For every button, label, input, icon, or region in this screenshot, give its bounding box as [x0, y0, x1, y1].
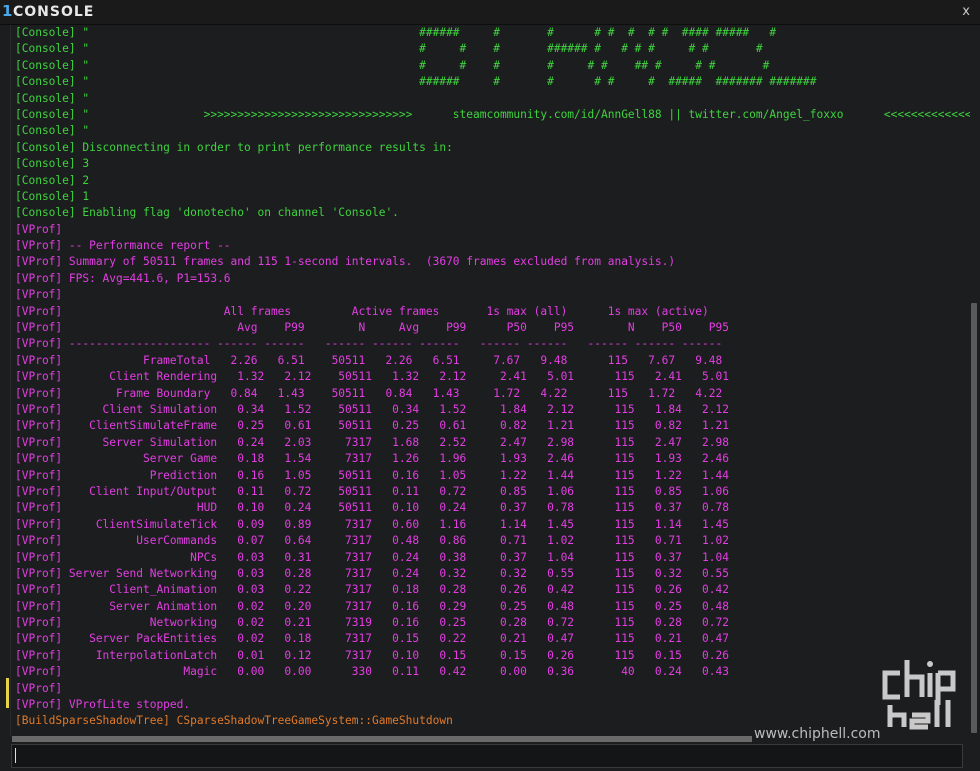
console-line: [VProf] --------------------- ------ ---…	[15, 337, 723, 351]
console-line: [VProf] FrameTotal 2.26 6.51 50511 2.26 …	[15, 353, 723, 367]
console-line: [Console] Enabling flag 'donotecho' on c…	[15, 206, 399, 220]
watermark-text: www.chiphell.com	[754, 726, 881, 742]
console-line: [VProf] FPS: Avg=441.6, P1=153.6	[15, 271, 231, 285]
console-line: [VProf] Client Rendering 1.32 2.12 50511…	[15, 370, 729, 384]
console-line: [VProf]	[15, 288, 63, 302]
console-line: [VProf] Networking 0.02 0.21 7319 0.16 0…	[15, 616, 729, 630]
console-line: [VProf] Server Send Networking 0.03 0.28…	[15, 566, 729, 580]
console-line: [VProf] InterpolationLatch 0.01 0.12 731…	[15, 648, 729, 662]
command-input[interactable]	[12, 745, 956, 765]
console-line: [VProf] Client Simulation 0.34 1.52 5051…	[15, 402, 729, 416]
console-line: [Console] " ###### # # # # # ##### #####…	[15, 75, 817, 89]
console-line: [Console] 1	[15, 189, 90, 203]
chiphell-logo-icon	[882, 660, 956, 730]
title-bar[interactable]: 1 CONSOLE x	[0, 0, 980, 25]
console-line: [VProf] ClientSimulateTick 0.09 0.89 731…	[15, 517, 729, 531]
console-line: [Console] " # # # # # # ## # # # #	[15, 58, 770, 72]
command-input-box[interactable]	[11, 744, 963, 768]
console-line: [VProf] Avg P99 N Avg P99 P50 P95 N P50 …	[15, 321, 729, 335]
vertical-scrollbar[interactable]	[970, 25, 978, 740]
console-output[interactable]: [Console] " ###### # # # # # # # #### ##…	[10, 25, 973, 740]
console-line: [VProf]	[15, 681, 63, 695]
console-line: [VProf] UserCommands 0.07 0.64 7317 0.48…	[15, 534, 729, 548]
console-line: [VProf] Server PackEntities 0.02 0.18 73…	[15, 632, 729, 646]
console-line: [VProf] NPCs 0.03 0.31 7317 0.24 0.38 0.…	[15, 550, 729, 564]
console-line: [Console] "	[15, 124, 90, 138]
console-line: [VProf] Server Game 0.18 1.54 7317 1.26 …	[15, 452, 729, 466]
console-line: [Console] " >>>>>>>>>>>>>>>>>>>>>>>>>>>>…	[15, 107, 973, 121]
console-line: [VProf] Summary of 50511 frames and 115 …	[15, 255, 676, 269]
console-line: [VProf] Client_Animation 0.03 0.22 7317 …	[15, 583, 729, 597]
console-line: [VProf] Client Input/Output 0.11 0.72 50…	[15, 484, 729, 498]
console-line: [VProf] Server Simulation 0.24 2.03 7317…	[15, 435, 729, 449]
console-badge-icon: 1	[2, 2, 13, 20]
console-line: [VProf] -- Performance report --	[15, 239, 231, 253]
console-line: [Console] "	[15, 91, 90, 105]
console-line: [VProf] Prediction 0.16 1.05 50511 0.16 …	[15, 468, 729, 482]
console-line: [VProf] VProfLite stopped.	[15, 698, 191, 712]
console-lines: [Console] " ###### # # # # # # # #### ##…	[15, 25, 973, 730]
console-line: [VProf] Magic 0.00 0.00 330 0.11 0.42 0.…	[15, 665, 729, 679]
console-window: 1 CONSOLE x [Console] " ###### # # # # #…	[0, 0, 980, 771]
window-title: CONSOLE	[13, 4, 95, 20]
horizontal-scrollbar-thumb[interactable]	[12, 736, 752, 742]
selection-marker	[6, 678, 9, 708]
console-line: [VProf]	[15, 222, 63, 236]
text-caret	[15, 748, 16, 763]
console-line: [VProf] Frame Boundary 0.84 1.43 50511 0…	[15, 386, 723, 400]
console-line: [Console] Disconnecting in order to prin…	[15, 140, 453, 154]
close-button[interactable]: x	[962, 3, 970, 21]
console-line: [Console] " ###### # # # # # # # #### ##…	[15, 26, 777, 39]
console-line: [VProf] HUD 0.10 0.24 50511 0.10 0.24 0.…	[15, 501, 729, 515]
console-line: [VProf] ClientSimulateFrame 0.25 0.61 50…	[15, 419, 729, 433]
console-line: [Console] 2	[15, 173, 90, 187]
console-line: [VProf] All frames Active frames 1s max …	[15, 304, 709, 318]
console-line: [Console] " # # # ###### # # # # # # #	[15, 42, 763, 56]
console-line: [VProf] Server Animation 0.02 0.20 7317 …	[15, 599, 729, 613]
console-line: [Console] 3	[15, 157, 90, 171]
